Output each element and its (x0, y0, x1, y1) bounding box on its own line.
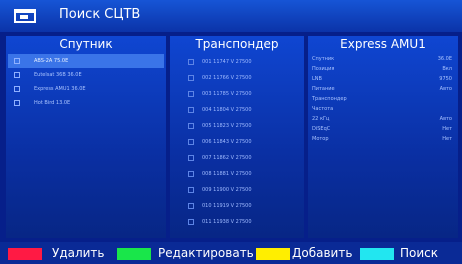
tv-icon (14, 9, 36, 23)
color-key-bar: Удалить Редактировать Добавить Поиск (0, 242, 462, 264)
info-value: 9750 (439, 76, 452, 82)
satellite-panel-title: Спутник (59, 37, 113, 51)
checkbox[interactable] (188, 219, 194, 225)
info-label: Частота (312, 106, 334, 112)
satellite-item-label: Hot Bird 13.0E (34, 100, 71, 106)
checkbox[interactable] (188, 107, 194, 113)
checkbox[interactable] (188, 155, 194, 161)
transponder-row[interactable]: 007 11862 V 27500 (188, 150, 298, 166)
edit-label[interactable]: Редактировать (158, 246, 254, 260)
delete-label[interactable]: Удалить (52, 246, 105, 260)
transponder-row[interactable]: 004 11804 V 27500 (188, 102, 298, 118)
transponder-row[interactable]: 005 11823 V 27500 (188, 118, 298, 134)
satellite-item-label: Express AMU1 36.0E (34, 86, 86, 92)
page-title: Поиск СЦТВ (59, 7, 141, 22)
cyan-key-icon[interactable] (360, 248, 394, 260)
satellite-info-title: Express AMU1 (340, 37, 426, 51)
transponder-row[interactable]: 006 11843 V 27500 (188, 134, 298, 150)
transponder-label: 008 11881 V 27500 (202, 171, 252, 177)
checkbox[interactable] (188, 75, 194, 81)
checkbox[interactable] (14, 86, 20, 92)
info-row[interactable]: Мотор Нет (312, 134, 454, 144)
transponder-row[interactable]: 001 11747 V 27500 (188, 54, 298, 70)
green-key-icon[interactable] (117, 248, 151, 260)
transponder-panel-title: Транспондер (195, 37, 279, 51)
transponder-row[interactable]: 002 11766 V 27500 (188, 70, 298, 86)
transponder-label: 010 11919 V 27500 (202, 203, 252, 209)
info-value: Авто (439, 116, 452, 122)
add-label[interactable]: Добавить (292, 246, 352, 260)
transponder-label: 002 11766 V 27500 (202, 75, 252, 81)
checkbox[interactable] (188, 91, 194, 97)
search-label[interactable]: Поиск (400, 246, 438, 260)
transponder-label: 006 11843 V 27500 (202, 139, 252, 145)
transponder-label: 011 11938 V 27500 (202, 219, 252, 225)
checkbox[interactable] (188, 139, 194, 145)
satellite-item[interactable]: ABS-2A 75.0E (8, 54, 164, 68)
info-value: Авто (439, 86, 452, 92)
checkbox[interactable] (14, 58, 20, 64)
red-key-icon[interactable] (8, 248, 42, 260)
transponder-label: 009 11900 V 27500 (202, 187, 252, 193)
info-row[interactable]: LNB 9750 (312, 74, 454, 84)
transponder-row[interactable]: 009 11900 V 27500 (188, 182, 298, 198)
transponder-row[interactable]: 010 11919 V 27500 (188, 198, 298, 214)
info-row[interactable]: DiSEqC Нет (312, 124, 454, 134)
yellow-key-icon[interactable] (256, 248, 290, 260)
transponder-label: 004 11804 V 27500 (202, 107, 252, 113)
satellite-item-label: Eutelsat 36B 36.0E (34, 72, 82, 78)
checkbox[interactable] (14, 72, 20, 78)
satellite-item[interactable]: Hot Bird 13.0E (8, 96, 164, 110)
checkbox[interactable] (14, 100, 20, 106)
transponder-label: 007 11862 V 27500 (202, 155, 252, 161)
transponder-label: 001 11747 V 27500 (202, 59, 252, 65)
transponder-panel: Транспондер 001 11747 V 27500 002 11766 … (170, 36, 304, 238)
info-value: Нет (442, 126, 452, 132)
info-label: Позиция (312, 66, 335, 72)
checkbox[interactable] (188, 59, 194, 65)
satellite-panel: Спутник ABS-2A 75.0E Eutelsat 36B 36.0E … (6, 36, 166, 238)
info-row[interactable]: 22 кГц Авто (312, 114, 454, 124)
info-label: DiSEqC (312, 126, 331, 132)
satellite-item[interactable]: Eutelsat 36B 36.0E (8, 68, 164, 82)
checkbox[interactable] (188, 187, 194, 193)
info-value: Нет (442, 136, 452, 142)
info-label: Питание (312, 86, 335, 92)
satellite-info-panel: Express AMU1 Спутник 36.0E Позиция Вкл LNB… (308, 36, 458, 238)
info-label: LNB (312, 76, 322, 82)
checkbox[interactable] (188, 123, 194, 129)
checkbox[interactable] (188, 171, 194, 177)
satellite-item[interactable]: Express AMU1 36.0E (8, 82, 164, 96)
info-row[interactable]: Позиция Вкл (312, 64, 454, 74)
info-label: Спутник (312, 56, 335, 62)
transponder-list: 001 11747 V 27500 002 11766 V 27500 003 … (188, 54, 298, 230)
satellite-list: ABS-2A 75.0E Eutelsat 36B 36.0E Express … (8, 54, 164, 110)
transponder-label: 003 11785 V 27500 (202, 91, 252, 97)
info-value: Вкл (442, 66, 452, 72)
satellite-info-list: Спутник 36.0E Позиция Вкл LNB 9750 Питание А… (312, 54, 454, 144)
info-value: 36.0E (437, 56, 452, 62)
info-row[interactable]: Спутник 36.0E (312, 54, 454, 64)
transponder-row[interactable]: 008 11881 V 27500 (188, 166, 298, 182)
transponder-row[interactable]: 003 11785 V 27500 (188, 86, 298, 102)
info-label: Транспондер (312, 96, 347, 102)
info-label: Мотор (312, 136, 329, 142)
info-row[interactable]: Питание Авто (312, 84, 454, 94)
satellite-item-label: ABS-2A 75.0E (34, 58, 69, 64)
transponder-label: 005 11823 V 27500 (202, 123, 252, 129)
info-row[interactable]: Транспондер (312, 94, 454, 104)
title-bar: Поиск СЦТВ (0, 0, 462, 32)
info-label: 22 кГц (312, 116, 330, 122)
transponder-row[interactable]: 011 11938 V 27500 (188, 214, 298, 230)
checkbox[interactable] (188, 203, 194, 209)
info-row[interactable]: Частота (312, 104, 454, 114)
